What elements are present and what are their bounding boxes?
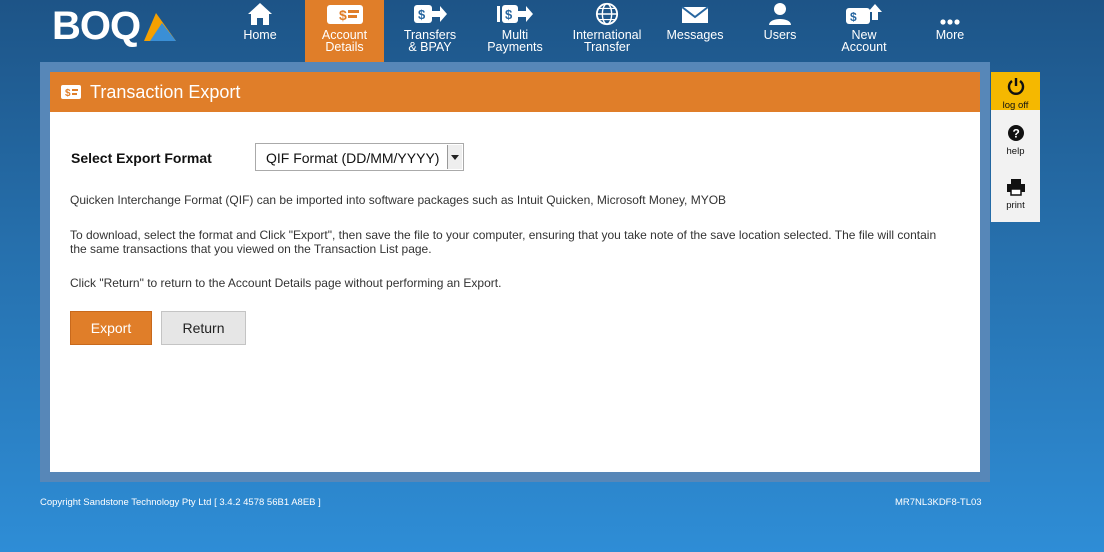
user-icon — [769, 3, 791, 25]
nav-users-label: Users — [763, 28, 797, 42]
nav-messages-label: Messages — [666, 28, 724, 42]
session-code: MR7NL3KDF8-TL03 — [895, 497, 982, 508]
nav-users[interactable]: Users — [755, 0, 805, 62]
account-details-icon: $ — [326, 5, 363, 24]
copyright-text: Copyright Sandstone Technology Pty Ltd [… — [40, 497, 321, 508]
more-dots-icon — [940, 19, 960, 25]
svg-text:$: $ — [339, 7, 347, 23]
instructions-line-2: the same transactions that you viewed on… — [70, 242, 432, 256]
multi-payments-icon: $ — [497, 5, 533, 23]
page-title: Transaction Export — [90, 81, 241, 102]
export-button[interactable]: Export — [70, 311, 152, 345]
globe-icon — [595, 2, 619, 26]
home-icon — [248, 3, 272, 25]
envelope-icon — [681, 6, 709, 23]
nav-international-transfer[interactable]: International Transfer — [568, 0, 646, 62]
help-icon: ? — [1007, 125, 1024, 141]
nav-international-label-2: Transfer — [583, 40, 631, 54]
return-note: Click "Return" to return to the Account … — [70, 276, 502, 290]
main-nav: Home $ Account Details $ Transfers & BPA… — [0, 0, 1104, 70]
export-format-value: QIF Format (DD/MM/YYYY) — [266, 150, 440, 166]
transfers-icon: $ — [414, 5, 447, 23]
return-button[interactable]: Return — [161, 311, 246, 345]
svg-text:$: $ — [505, 7, 513, 22]
nav-messages[interactable]: Messages — [662, 0, 728, 62]
svg-text:$: $ — [418, 7, 426, 22]
help-button[interactable]: ? help — [991, 124, 1040, 157]
logoff-label: log off — [1002, 100, 1029, 111]
nav-more-label: More — [935, 28, 965, 42]
side-tools: log off ? help print — [991, 72, 1040, 222]
nav-multi-payments[interactable]: $ Multi Payments — [480, 0, 550, 62]
chevron-down-icon[interactable] — [447, 145, 462, 169]
nav-new-account-label-2: Account — [841, 40, 887, 54]
svg-text:?: ? — [1012, 127, 1019, 141]
svg-text:$: $ — [65, 88, 71, 99]
export-format-select[interactable]: QIF Format (DD/MM/YYYY) — [255, 143, 464, 171]
nav-home-label: Home — [243, 28, 277, 42]
nav-multi-label-2: Payments — [487, 40, 543, 54]
nav-home[interactable]: Home — [232, 0, 288, 62]
logoff-button[interactable]: log off — [991, 72, 1040, 111]
power-icon — [1007, 78, 1024, 95]
print-label: print — [1006, 200, 1025, 211]
instructions-line-1: To download, select the format and Click… — [70, 228, 937, 242]
format-description: Quicken Interchange Format (QIF) can be … — [70, 193, 727, 207]
nav-account-details-label-2: Details — [325, 40, 364, 54]
panel-header: $ Transaction Export — [50, 72, 980, 112]
print-button[interactable]: print — [991, 178, 1040, 211]
nav-transfers-bpay[interactable]: $ Transfers & BPAY — [395, 0, 465, 62]
nav-transfers-label-2: & BPAY — [408, 40, 452, 54]
new-account-icon: $ — [846, 4, 882, 24]
printer-icon — [1006, 179, 1025, 196]
nav-more[interactable]: More — [925, 0, 975, 62]
nav-new-account[interactable]: $ New Account — [834, 0, 894, 62]
panel-body: Select Export Format QIF Format (DD/MM/Y… — [50, 112, 980, 472]
export-format-label: Select Export Format — [71, 150, 212, 166]
transaction-export-icon: $ — [61, 85, 81, 99]
nav-account-details[interactable]: $ Account Details — [305, 0, 384, 70]
help-label: help — [1006, 146, 1025, 157]
svg-text:$: $ — [850, 10, 857, 24]
